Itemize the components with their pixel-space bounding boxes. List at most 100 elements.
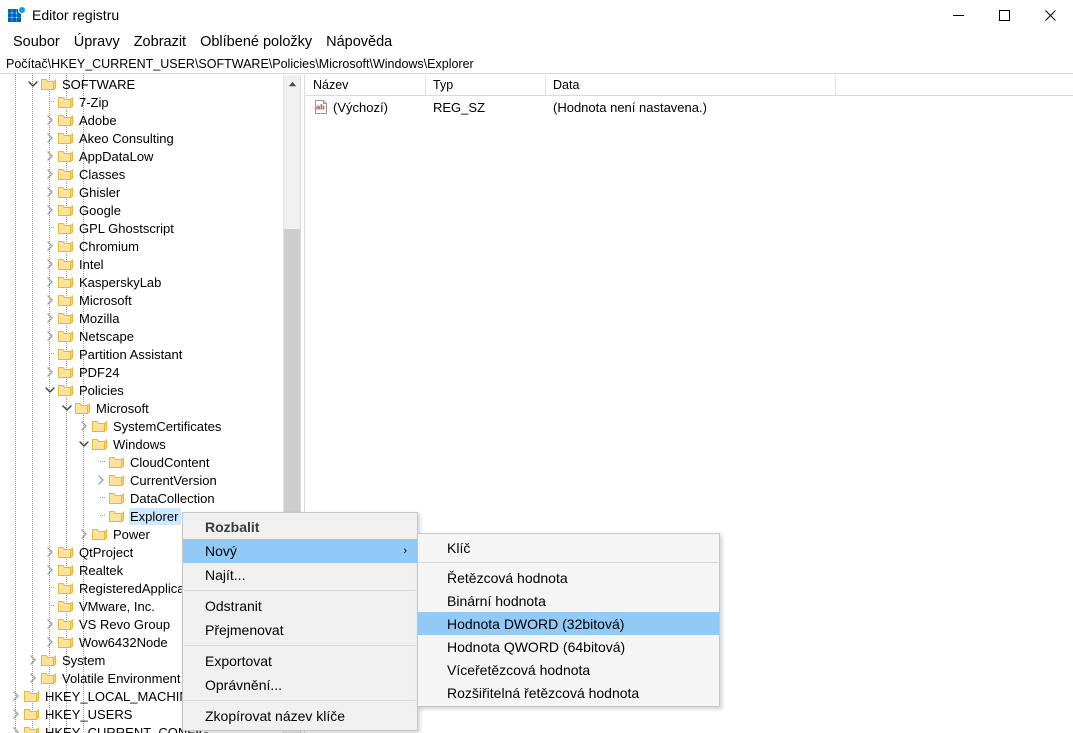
chevron-down-icon[interactable] [76,435,92,453]
submenu-item-bin-rn-hodnota[interactable]: Binární hodnota [418,589,719,612]
chevron-right-icon[interactable] [8,687,24,705]
folder-icon [41,653,57,667]
folder-icon [58,311,74,325]
context-menu-item-rozbalit[interactable]: Rozbalit [183,515,417,539]
tree-item-kasperskylab[interactable]: KasperskyLab [0,273,282,291]
chevron-right-icon[interactable] [42,237,58,255]
column-header-typ[interactable]: Typ [426,75,546,96]
maximize-button[interactable] [981,0,1027,30]
submenu-item-et-zcov-hodnota[interactable]: Řetězcová hodnota [418,566,719,589]
tree-item-classes[interactable]: Classes [0,165,282,183]
chevron-down-icon[interactable] [59,399,75,417]
tree-item-datacollection[interactable]: DataCollection [0,489,282,507]
context-menu-item-opr-vn-n[interactable]: Oprávnění... [183,673,417,697]
chevron-right-icon[interactable] [42,561,58,579]
column-header-data[interactable]: Data [546,75,836,96]
context-menu-item-nov[interactable]: Nový› [183,539,417,563]
tree-item-partition-assistant[interactable]: Partition Assistant [0,345,282,363]
submenu-item-kl[interactable]: Klíč [418,536,719,559]
folder-icon [92,527,108,541]
tree-item-adobe[interactable]: Adobe [0,111,282,129]
tree-item-chromium[interactable]: Chromium [0,237,282,255]
chevron-down-icon[interactable] [25,75,41,93]
table-row[interactable]: ab(Výchozí)REG_SZ(Hodnota není nastavena… [306,96,1073,118]
chevron-right-icon[interactable] [8,705,24,723]
menu-upravy[interactable]: Úpravy [67,32,127,52]
chevron-right-icon[interactable] [42,129,58,147]
tree-item-software[interactable]: SOFTWARE [0,75,282,93]
chevron-right-icon[interactable] [42,255,58,273]
chevron-right-icon[interactable] [25,651,41,669]
tree-item-label: VMware, Inc. [78,598,158,615]
context-menu[interactable]: RozbalitNový› Najít... OdstranitPřejmenova… [182,512,418,731]
submenu-item-roz-i-iteln-et-zcov-hodnota[interactable]: Rozšiřitelná řetězcová hodnota [418,681,719,704]
folder-icon [58,131,74,145]
tree-item-cloudcontent[interactable]: CloudContent [0,453,282,471]
chevron-right-icon[interactable] [42,363,58,381]
chevron-right-icon[interactable] [76,417,92,435]
chevron-right-icon[interactable] [42,183,58,201]
tree-item-appdatalow[interactable]: AppDataLow [0,147,282,165]
scroll-up-arrow-icon[interactable] [284,75,301,92]
context-submenu-new[interactable]: KlíčŘetězcová hodnotaBinární hodnotaHodn… [417,533,720,707]
menu-soubor[interactable]: Soubor [6,32,67,52]
chevron-right-icon[interactable] [93,471,109,489]
tree-item-ghisler[interactable]: Ghisler [0,183,282,201]
chevron-right-icon[interactable] [42,327,58,345]
menu-bar: Soubor Úpravy Zobrazit Oblíbené položky … [0,30,1073,53]
registry-path: Počítač\HKEY_CURRENT_USER\SOFTWARE\Polic… [0,57,474,71]
context-menu-item-odstranit[interactable]: Odstranit [183,594,417,618]
column-header-nazev[interactable]: Název [306,75,426,96]
tree-item-label: HKEY_LOCAL_MACHINE [44,688,200,705]
tree-item-systemcertificates[interactable]: SystemCertificates [0,417,282,435]
tree-item-currentversion[interactable]: CurrentVersion [0,471,282,489]
submenu-item-v-ce-et-zcov-hodnota[interactable]: Víceřetězcová hodnota [418,658,719,681]
folder-icon [58,545,74,559]
tree-item-label: SystemCertificates [112,418,224,435]
scrollbar-thumb[interactable] [284,229,301,513]
chevron-right-icon[interactable] [25,669,41,687]
submenu-item-hodnota-qword-64bitov[interactable]: Hodnota QWORD (64bitová) [418,635,719,658]
tree-item-microsoft[interactable]: Microsoft [0,399,282,417]
chevron-right-icon[interactable] [42,165,58,183]
chevron-right-icon[interactable] [42,309,58,327]
tree-item-google[interactable]: Google [0,201,282,219]
menu-zobrazit[interactable]: Zobrazit [127,32,193,52]
submenu-item-hodnota-dword-32bitov[interactable]: Hodnota DWORD (32bitová) [418,612,719,635]
minimize-button[interactable] [935,0,981,30]
tree-item-mozilla[interactable]: Mozilla [0,309,282,327]
address-bar[interactable]: Počítač\HKEY_CURRENT_USER\SOFTWARE\Polic… [0,54,1073,74]
close-button[interactable] [1027,0,1073,30]
chevron-right-icon[interactable] [42,633,58,651]
chevron-right-icon[interactable] [42,201,58,219]
chevron-right-icon[interactable] [42,273,58,291]
folder-icon [24,725,40,733]
chevron-right-icon[interactable] [76,525,92,543]
context-menu-item-naj-t[interactable]: Najít... [183,563,417,587]
tree-item-pdf24[interactable]: PDF24 [0,363,282,381]
chevron-right-icon[interactable] [42,291,58,309]
chevron-right-icon[interactable] [8,723,24,733]
folder-icon [58,599,74,613]
context-menu-item-zkop-rovat-n-zev-kl-e[interactable]: Zkopírovat název klíče [183,704,417,728]
menu-napoveda[interactable]: Nápověda [319,32,399,52]
chevron-right-icon[interactable] [42,111,58,129]
tree-item-intel[interactable]: Intel [0,255,282,273]
tree-item-akeo-consulting[interactable]: Akeo Consulting [0,129,282,147]
context-menu-item-exportovat[interactable]: Exportovat [183,649,417,673]
tree-item-netscape[interactable]: Netscape [0,327,282,345]
chevron-right-icon[interactable] [42,543,58,561]
tree-item-microsoft[interactable]: Microsoft [0,291,282,309]
menu-oblibene-polozky[interactable]: Oblíbené položky [193,32,319,52]
gear-glyph [19,7,25,13]
chevron-right-icon[interactable] [42,147,58,165]
tree-item-gpl-ghostscript[interactable]: GPL Ghostscript [0,219,282,237]
context-menu-item-p-ejmenovat[interactable]: Přejmenovat [183,618,417,642]
tree-item-policies[interactable]: Policies [0,381,282,399]
tree-item-windows[interactable]: Windows [0,435,282,453]
context-menu-item-label: Najít... [205,567,245,583]
chevron-right-icon[interactable] [42,615,58,633]
context-menu-item-label: Oprávnění... [205,677,282,693]
chevron-down-icon[interactable] [42,381,58,399]
tree-item-7-zip[interactable]: 7-Zip [0,93,282,111]
